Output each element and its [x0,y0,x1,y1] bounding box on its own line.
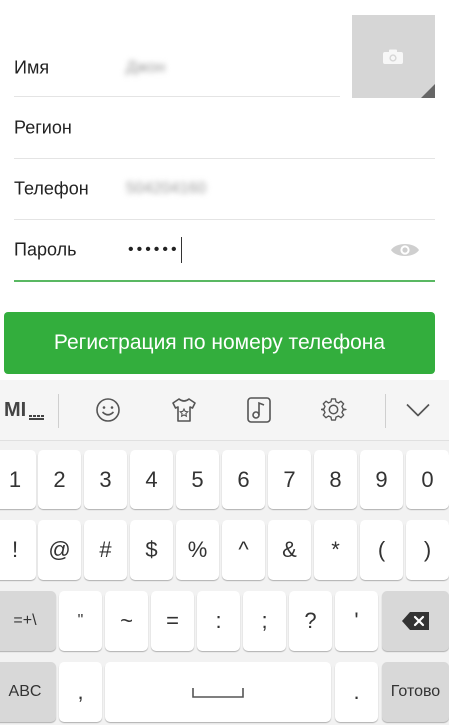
key-question[interactable]: ? [289,591,332,651]
password-label: Пароль [14,239,77,260]
toolbar-divider [58,394,59,428]
password-underline [14,280,435,282]
name-row[interactable]: Имя Джон [0,38,340,98]
music-icon[interactable] [237,380,281,440]
key-close-paren[interactable]: ) [406,520,449,580]
keyboard-toolbar: MI [0,380,449,441]
toolbar-divider [385,394,386,428]
keyboard: MI 1 2 3 4 5 6 7 8 9 0 ! @ # $ % ^ & * (… [0,380,449,725]
key-double-quote[interactable]: " [59,591,102,651]
register-by-phone-button[interactable]: Регистрация по номеру телефона [4,312,435,374]
symbols-page-key[interactable]: =+\ [0,591,56,651]
space-icon [192,688,244,698]
name-label: Имя [14,57,50,78]
key-period[interactable]: . [335,662,378,722]
key-dollar[interactable]: $ [130,520,173,580]
done-key[interactable]: Готово [382,662,449,722]
settings-icon[interactable] [312,380,356,440]
emoji-icon[interactable] [86,380,130,440]
abc-key[interactable]: ABC [0,662,56,722]
key-7[interactable]: 7 [268,450,311,509]
region-row[interactable]: Регион [0,98,435,158]
key-ampersand[interactable]: & [268,520,311,580]
key-asterisk[interactable]: * [314,520,357,580]
key-2[interactable]: 2 [38,450,81,509]
password-row[interactable]: Пароль •••••• [0,220,435,280]
registration-form: Имя Джон Регион Телефон 504204160 Пароль… [0,0,449,380]
space-key[interactable] [105,662,331,722]
divider [14,96,340,97]
key-8[interactable]: 8 [314,450,357,509]
key-1[interactable]: 1 [0,450,36,509]
key-open-paren[interactable]: ( [360,520,403,580]
photo-upload[interactable] [352,15,435,98]
key-semicolon[interactable]: ; [243,591,286,651]
eye-icon[interactable] [390,241,420,259]
corner-mark [421,84,435,98]
key-5[interactable]: 5 [176,450,219,509]
name-value[interactable]: Джон [126,59,165,77]
key-percent[interactable]: % [176,520,219,580]
key-caret[interactable]: ^ [222,520,265,580]
key-colon[interactable]: : [197,591,240,651]
phone-value[interactable]: 504204160 [126,180,206,198]
keyboard-mode-icon[interactable]: MI [0,380,52,440]
password-field[interactable]: •••••• [128,237,183,263]
backspace-key[interactable] [382,591,449,651]
svg-text:MI: MI [4,399,26,421]
key-exclamation[interactable]: ! [0,520,36,580]
key-0[interactable]: 0 [406,450,449,509]
camera-icon [383,49,403,64]
key-equals[interactable]: = [151,591,194,651]
key-tilde[interactable]: ~ [105,591,148,651]
key-6[interactable]: 6 [222,450,265,509]
key-at[interactable]: @ [38,520,81,580]
text-cursor [180,237,183,263]
region-label: Регион [14,117,72,138]
key-hash[interactable]: # [84,520,127,580]
key-3[interactable]: 3 [84,450,127,509]
theme-icon[interactable] [162,380,206,440]
key-comma[interactable]: , [59,662,102,722]
hide-keyboard-icon[interactable] [398,380,438,440]
password-mask: •••••• [128,241,180,259]
key-apostrophe[interactable]: ' [335,591,378,651]
backspace-icon [401,612,429,630]
key-4[interactable]: 4 [130,450,173,509]
phone-label: Телефон [14,178,89,199]
phone-row[interactable]: Телефон 504204160 [0,159,435,219]
key-9[interactable]: 9 [360,450,403,509]
